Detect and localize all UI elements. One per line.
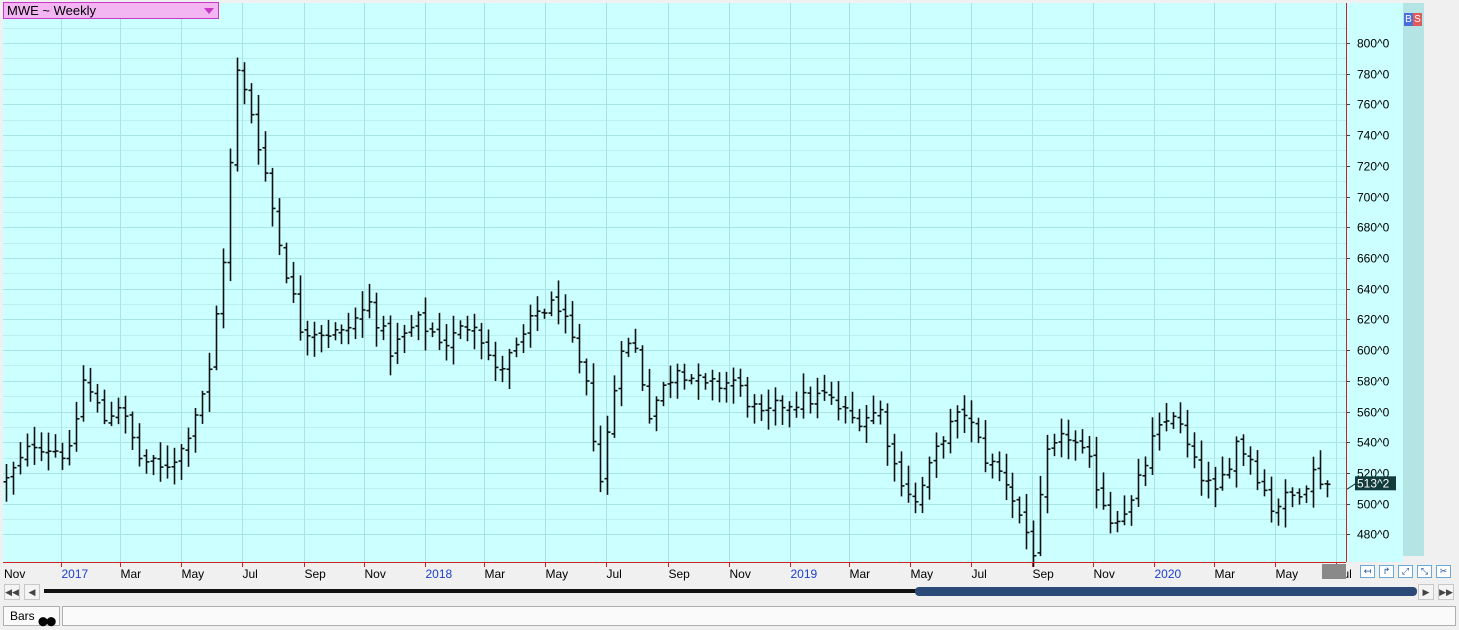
x-tick-label: Jul	[243, 567, 258, 581]
sell-button[interactable]: S	[1413, 13, 1422, 26]
x-tick-label: Nov	[4, 567, 25, 581]
last-price-label: 513^2	[1357, 476, 1390, 490]
zoom-out-icon[interactable]: ⤡	[1417, 565, 1432, 578]
status-bar: Bars ⬤⬤	[0, 604, 1459, 629]
y-tick-label: 560^0	[1357, 406, 1390, 420]
symbol-selector[interactable]: MWE ~ Weekly	[3, 2, 219, 19]
chart-type-tab[interactable]: Bars ⬤⬤	[3, 606, 60, 626]
y-tick-label: 720^0	[1357, 160, 1390, 174]
x-tick-label: Nov	[365, 567, 386, 581]
nav-start-icon[interactable]: ↤	[1360, 565, 1375, 578]
scroll-thumb[interactable]	[915, 587, 1417, 596]
y-tick-label: 760^0	[1357, 98, 1390, 112]
chart-type-label: Bars	[10, 609, 35, 623]
y-tick-label: 700^0	[1357, 191, 1390, 205]
y-tick-label: 500^0	[1357, 498, 1390, 512]
y-tick-label: 800^0	[1357, 37, 1390, 51]
x-tick-label: Nov	[1094, 567, 1115, 581]
y-tick-label: 660^0	[1357, 252, 1390, 266]
x-tick-label: Jul	[607, 567, 622, 581]
current-period-marker	[1322, 564, 1346, 579]
y-tick-label: 540^0	[1357, 436, 1390, 450]
x-tick-label: 2017	[62, 567, 89, 581]
x-tick-label: Nov	[730, 567, 751, 581]
link-icon: ⬤⬤	[38, 616, 56, 626]
x-tick-label: Sep	[669, 567, 691, 581]
price-chart: 480^0500^0520^0540^0560^0580^0600^0620^0…	[0, 0, 1459, 584]
x-tick-label: Jul	[972, 567, 987, 581]
y-tick-label: 480^0	[1357, 528, 1390, 542]
x-tick-label: Sep	[305, 567, 327, 581]
y-tick-label: 740^0	[1357, 129, 1390, 143]
x-tick-label: May	[911, 567, 934, 581]
y-tick-label: 600^0	[1357, 344, 1390, 358]
x-tick-label: Sep	[1033, 567, 1055, 581]
status-field	[62, 606, 1456, 626]
y-tick-label: 640^0	[1357, 283, 1390, 297]
scroll-last-icon[interactable]: ▶▶	[1438, 584, 1454, 600]
x-tick-label: Mar	[485, 567, 506, 581]
scroll-right-icon[interactable]: ▶	[1418, 584, 1434, 600]
x-tick-label: Mar	[1215, 567, 1236, 581]
x-tick-label: 2020	[1155, 567, 1182, 581]
x-tick-label: May	[182, 567, 205, 581]
symbol-label: MWE ~ Weekly	[7, 3, 96, 18]
horizontal-scrollbar[interactable]: ◀◀ ◀ ▶ ▶▶	[0, 584, 1459, 600]
zoom-in-icon[interactable]: ⤢	[1398, 565, 1413, 578]
x-tick-label: May	[1276, 567, 1299, 581]
plot-area[interactable]	[3, 3, 1346, 562]
y-tick-label: 680^0	[1357, 221, 1390, 235]
fit-icon[interactable]: ✂	[1436, 565, 1451, 578]
x-tick-label: May	[546, 567, 569, 581]
y-tick-label: 580^0	[1357, 375, 1390, 389]
x-tick-label: Mar	[121, 567, 142, 581]
y-tick-label: 620^0	[1357, 313, 1390, 327]
nav-end-icon[interactable]: ↱	[1379, 565, 1394, 578]
x-tick-label: 2018	[426, 567, 453, 581]
x-tick-label: Mar	[850, 567, 871, 581]
dropdown-arrow-icon[interactable]	[204, 8, 214, 14]
scroll-first-icon[interactable]: ◀◀	[4, 584, 20, 600]
buy-button[interactable]: B	[1404, 13, 1413, 26]
scroll-left-icon[interactable]: ◀	[24, 584, 40, 600]
x-tick-label: 2019	[791, 567, 818, 581]
side-panel	[1403, 3, 1424, 556]
y-tick-label: 780^0	[1357, 68, 1390, 82]
